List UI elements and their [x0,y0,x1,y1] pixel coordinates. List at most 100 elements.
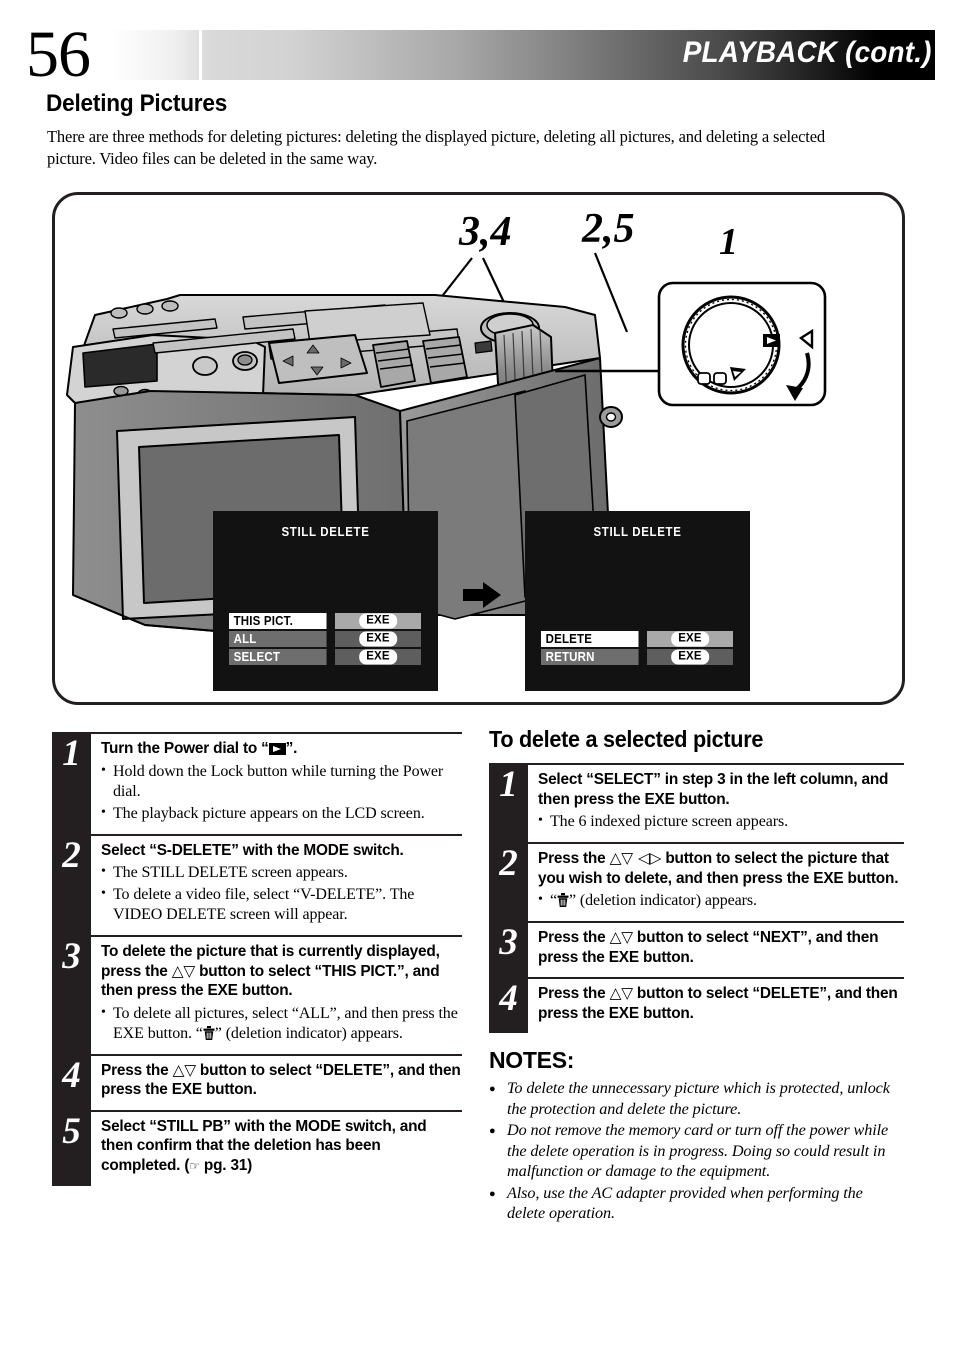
menu-value-cell[interactable]: EXE [335,613,421,629]
right-step-1: 1 Select “SELECT” in step 3 in the left … [489,763,904,842]
step-number: 2 [62,834,81,876]
step-headline: Select “S-DELETE” with the MODE switch. [101,841,404,859]
menu-row-return[interactable]: RETURN EXE [541,649,733,665]
step-headline: Select “STILL PB” with the MODE switch, … [101,1117,462,1177]
step-3: 3 To delete the picture that is currentl… [52,935,462,1054]
step-number: 3 [62,936,81,977]
step-number: 4 [62,1054,81,1096]
menu-label: SELECT [229,649,327,665]
page-number: 56 [26,18,91,91]
note-item: To delete the unnecessary picture which … [489,1078,904,1119]
headline-text-a: Turn the Power dial to “ [101,740,269,757]
step-body: To delete the picture that is currently … [91,935,462,1054]
headline-text-a: Press the [538,929,610,946]
step-bullets: To delete all pictures, select “ALL”, an… [101,1003,462,1044]
step-body: Press the △▽ ◁▷ button to select the pic… [528,842,904,921]
right-step-3: 3 Press the △▽ button to select “NEXT”, … [489,921,904,977]
pointing-hand-icon: ☞ [189,1158,200,1173]
bullet-text-b: ” (deletion indicator) appears. [214,1024,403,1042]
right-arrow-icon [463,582,501,608]
step-number-bar: 4 [52,1053,91,1110]
exe-button[interactable]: EXE [671,649,709,665]
bullet: “ ” (deletion indicator) appears. [538,890,904,911]
step-headline: Press the △▽ ◁▷ button to select the pic… [538,849,904,888]
trash-icon [557,893,569,907]
bullet: The playback picture appears on the LCD … [101,803,462,824]
bullet: The STILL DELETE screen appears. [101,862,462,883]
updown-arrows-icon: △▽ [172,1060,196,1079]
menu-row-all[interactable]: ALL EXE [229,631,421,647]
step-body: Press the △▽ button to select “DELETE”, … [528,977,904,1033]
step-bullets: “ ” (deletion indicator) appears. [538,890,904,911]
right-instruction-column: To delete a selected picture 1 Select “S… [489,726,904,1225]
lcd-screen-still-delete: STILL DELETE THIS PICT. EXE ALL EXE SELE… [213,511,438,691]
exe-button[interactable]: EXE [359,649,397,665]
lcd-title: STILL DELETE [281,525,370,539]
step-5: 5 Select “STILL PB” with the MODE switch… [52,1109,462,1187]
step-1: 1 Turn the Power dial to “ ”. Hold down t… [52,732,462,834]
illustration-panel: 3,4 2,5 1 STILL DELETE THIS PICT. EXE AL… [52,192,905,705]
menu-label: RETURN [541,649,639,665]
left-instruction-column: 1 Turn the Power dial to “ ”. Hold down t… [52,732,462,1186]
step-bullets: The 6 indexed picture screen appears. [538,811,904,832]
step-number: 2 [499,843,518,884]
lcd-menu: DELETE EXE RETURN EXE [541,631,733,667]
step-number-bar: 1 [489,763,528,842]
bullet: To delete all pictures, select “ALL”, an… [101,1003,462,1044]
notes-list: To delete the unnecessary picture which … [489,1078,904,1224]
exe-button[interactable]: EXE [359,613,397,629]
step-headline: Turn the Power dial to “ ”. [101,739,462,759]
bullet-text-a: “ [550,892,558,909]
note-item: Also, use the AC adapter provided when p… [489,1183,904,1224]
menu-label: DELETE [541,631,639,647]
menu-value-cell[interactable]: EXE [647,649,733,665]
four-way-arrows-icon: △▽ ◁▷ [609,849,662,867]
note-item: Do not remove the memory card or turn of… [489,1120,904,1182]
step-number-bar: 2 [489,842,528,921]
camera-illustration [66,252,827,644]
headline-text-b: ”. [285,740,298,757]
headline-text-b: pg. 31) [199,1156,253,1174]
headline-text-a: Press the [101,1061,173,1079]
menu-row-this-pict[interactable]: THIS PICT. EXE [229,613,421,629]
step-2: 2 Select “S-DELETE” with the MODE switch… [52,833,462,935]
right-step-2: 2 Press the △▽ ◁▷ button to select the p… [489,842,904,921]
lcd-screen-still-delete-confirm: STILL DELETE DELETE EXE RETURN EXE [525,511,750,691]
step-body: Press the △▽ button to select “DELETE”, … [91,1053,462,1110]
step-body: Select “SELECT” in step 3 in the left co… [528,763,904,842]
exe-button[interactable]: EXE [671,631,709,647]
menu-row-delete[interactable]: DELETE EXE [541,631,733,647]
step-number-bar: 3 [52,935,91,1054]
bullet: To delete a video file, select “V-DELETE… [101,884,462,925]
menu-row-select[interactable]: SELECT EXE [229,649,421,665]
exe-button[interactable]: EXE [359,631,397,647]
headline-text-a: Press the [538,985,610,1002]
step-bullets: Hold down the Lock button while turning … [101,761,462,824]
menu-value-cell[interactable]: EXE [335,631,421,647]
headline-text-a: Select “STILL PB” with the MODE switch, … [101,1117,427,1174]
trash-icon [203,1025,215,1040]
step-number-bar: 3 [489,921,528,977]
header-bar-divider [199,30,202,80]
menu-value-cell[interactable]: EXE [335,649,421,665]
notes-heading: NOTES: [489,1047,575,1073]
step-number-bar: 4 [489,977,528,1033]
step-body: Select “STILL PB” with the MODE switch, … [91,1109,462,1187]
menu-label: THIS PICT. [229,613,327,629]
header-title: PLAYBACK (cont.) [683,36,932,69]
step-bullets: The STILL DELETE screen appears. To dele… [101,862,462,925]
updown-arrows-icon: △▽ [609,984,633,1002]
step-body: Turn the Power dial to “ ”. Hold down the… [91,732,462,834]
step-number: 1 [499,764,518,805]
step-number: 5 [62,1110,81,1152]
menu-value-cell[interactable]: EXE [647,631,733,647]
lcd-title: STILL DELETE [593,525,682,539]
updown-arrows-icon: △▽ [171,961,195,980]
bullet: Hold down the Lock button while turning … [101,761,462,802]
step-number-bar: 2 [52,833,91,935]
playback-icon [268,743,286,755]
step-headline: Press the △▽ button to select “NEXT”, an… [538,928,904,967]
right-column-title: To delete a selected picture [489,726,764,752]
right-step-4: 4 Press the △▽ button to select “DELETE”… [489,977,904,1033]
lcd-menu: THIS PICT. EXE ALL EXE SELECT EXE [229,613,421,667]
